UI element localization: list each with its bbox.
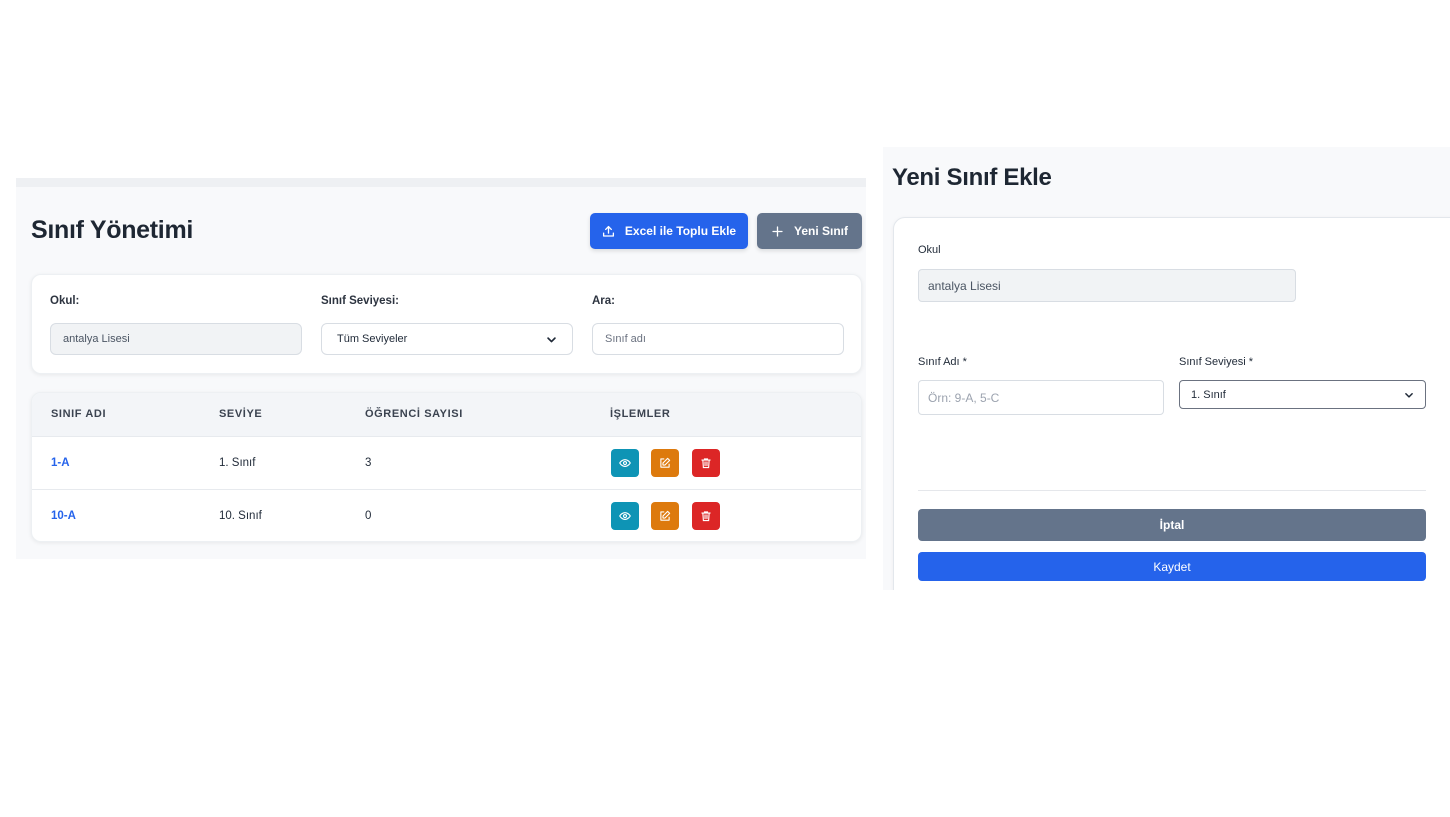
student-count: 3 — [365, 457, 372, 469]
save-button[interactable]: Kaydet — [918, 552, 1426, 581]
class-level-label: Sınıf Seviyesi * — [1179, 356, 1253, 368]
cancel-label: İptal — [1159, 518, 1185, 532]
new-class-label: Yeni Sınıf — [793, 224, 848, 238]
cancel-button[interactable]: İptal — [918, 509, 1426, 541]
class-name-link[interactable]: 1-A — [51, 457, 70, 469]
class-level-value: 1. Sınıf — [1191, 388, 1226, 401]
page-title: Sınıf Yönetimi — [31, 216, 194, 244]
table-row: 10-A 10. Sınıf 0 — [32, 489, 861, 541]
new-class-button[interactable]: Yeni Sınıf — [757, 213, 862, 249]
table-row: 1-A 1. Sınıf 3 — [32, 436, 861, 489]
column-header-students: ÖĞRENCİ SAYISI — [365, 408, 463, 420]
form-divider — [918, 490, 1426, 491]
school-filter-label: Okul: — [50, 295, 80, 307]
column-header-actions: İŞLEMLER — [610, 408, 671, 420]
class-name-label: Sınıf Adı * — [918, 356, 967, 368]
form-title: Yeni Sınıf Ekle — [892, 164, 1052, 191]
class-management-panel: Sınıf Yönetimi Excel ile Toplu Ekle Yeni… — [16, 178, 866, 559]
level-filter-value: Tüm Seviyeler — [337, 333, 408, 345]
trash-icon — [701, 511, 711, 522]
upload-icon — [602, 225, 614, 237]
edit-icon — [660, 510, 671, 521]
trash-icon — [701, 458, 711, 469]
delete-button[interactable] — [692, 502, 720, 530]
class-table: SINIF ADI SEVİYE ÖĞRENCİ SAYISI İŞLEMLER… — [31, 392, 862, 542]
school-value: antalya Lisesi — [928, 278, 1001, 293]
eye-icon — [619, 512, 631, 520]
save-label: Kaydet — [1153, 559, 1191, 574]
level-filter-label: Sınıf Seviyesi: — [321, 295, 399, 307]
school-field: antalya Lisesi — [918, 269, 1296, 302]
student-count: 0 — [365, 510, 372, 522]
class-name-placeholder: Örn: 9-A, 5-C — [928, 390, 1000, 405]
excel-bulk-add-button[interactable]: Excel ile Toplu Ekle — [590, 213, 748, 249]
edit-icon — [660, 457, 671, 468]
chevron-down-icon — [547, 336, 556, 342]
search-label: Ara: — [592, 295, 616, 307]
column-header-name: SINIF ADI — [51, 408, 107, 420]
school-filter-value: antalya Lisesi — [63, 333, 130, 345]
class-name-input[interactable]: Örn: 9-A, 5-C — [918, 380, 1164, 415]
class-level: 10. Sınıf — [219, 510, 262, 522]
view-button[interactable] — [611, 502, 639, 530]
search-placeholder: Sınıf adı — [605, 333, 646, 345]
school-filter-field: antalya Lisesi — [50, 323, 302, 355]
excel-bulk-add-label: Excel ile Toplu Ekle — [624, 224, 737, 238]
filter-card: Okul: antalya Lisesi Sınıf Seviyesi: Tüm… — [31, 274, 862, 374]
table-header: SINIF ADI SEVİYE ÖĞRENCİ SAYISI İŞLEMLER — [32, 393, 861, 436]
class-level-select[interactable]: 1. Sınıf — [1179, 380, 1426, 409]
class-level: 1. Sınıf — [219, 457, 256, 469]
delete-button[interactable] — [692, 449, 720, 477]
edit-button[interactable] — [651, 502, 679, 530]
search-input[interactable]: Sınıf adı — [592, 323, 844, 355]
eye-icon — [619, 459, 631, 467]
school-label: Okul — [918, 244, 941, 256]
plus-icon — [772, 225, 783, 237]
view-button[interactable] — [611, 449, 639, 477]
new-class-form: Okul antalya Lisesi Sınıf Adı * Örn: 9-A… — [893, 217, 1450, 590]
new-class-form-panel: Yeni Sınıf Ekle Okul antalya Lisesi Sını… — [883, 147, 1450, 590]
edit-button[interactable] — [651, 449, 679, 477]
class-name-link[interactable]: 10-A — [51, 510, 76, 522]
level-filter-select[interactable]: Tüm Seviyeler — [321, 323, 573, 355]
column-header-level: SEVİYE — [219, 408, 263, 420]
chevron-down-icon — [1405, 392, 1413, 398]
